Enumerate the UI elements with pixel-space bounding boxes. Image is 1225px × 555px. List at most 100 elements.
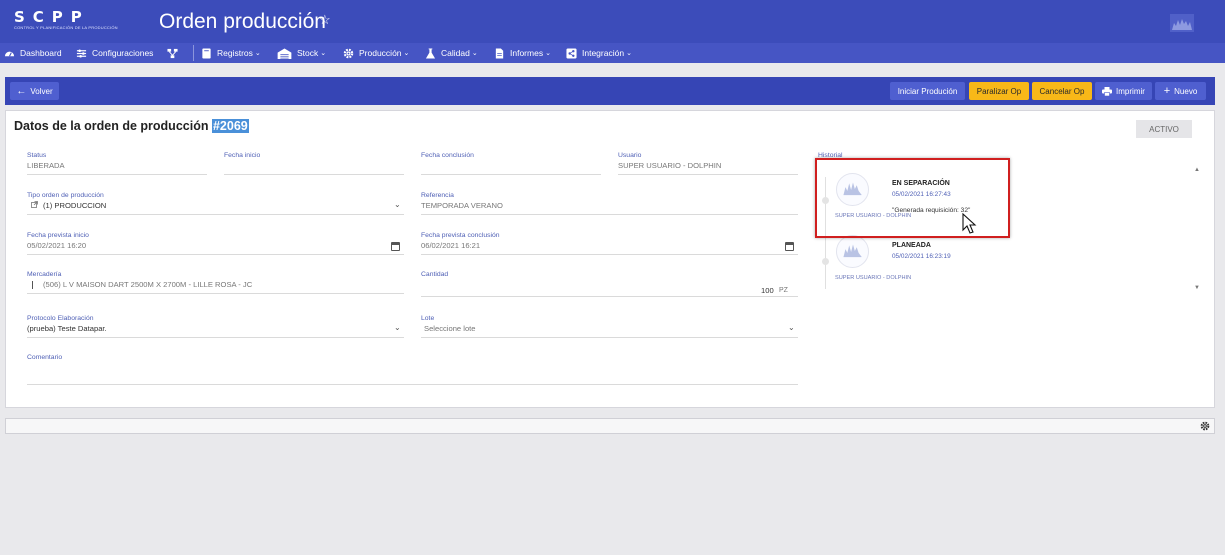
fecha-prevista-conclusion-field[interactable]: Fecha prevista conclusión 06/02/2021 16:… — [421, 232, 798, 256]
tipo-orden-label: Tipo orden de producción — [27, 192, 104, 199]
document-icon — [495, 47, 504, 59]
field-underline — [224, 174, 404, 175]
sliders-icon — [76, 48, 87, 58]
history-user: SUPER USUARIO - DOLPHIN — [835, 275, 912, 281]
mercaderia-field[interactable]: Mercadería (506) L V MAISON DART 2500M X… — [27, 271, 404, 295]
chevron-down-icon: ⌄ — [471, 50, 478, 57]
external-link-icon[interactable] — [31, 201, 38, 208]
logo-text: SCPP — [14, 8, 90, 26]
chevron-down-icon[interactable]: ⌄ — [394, 323, 401, 332]
nav-calidad[interactable]: Calidad ⌄ — [425, 43, 478, 63]
calendar-icon[interactable] — [391, 242, 400, 251]
field-underline — [27, 384, 798, 385]
fecha-prevista-inicio-label: Fecha prevista inicio — [27, 232, 89, 239]
nav-label: Stock — [297, 48, 319, 58]
text-cursor-icon — [32, 281, 33, 289]
chevron-down-icon: ⌄ — [254, 50, 261, 57]
pause-op-button[interactable]: Paralizar Op — [969, 82, 1029, 100]
app-header: SCPP CONTROL Y PLANIFICACIÓN DE LA PRODU… — [0, 0, 1225, 43]
user-avatar-icon — [836, 235, 869, 268]
chevron-down-icon[interactable]: ⌄ — [788, 323, 795, 332]
usuario-label: Usuario — [618, 152, 642, 159]
field-underline — [421, 214, 798, 215]
main-nav: Dashboard Configuraciones Registros ⌄ Sto… — [0, 43, 1225, 63]
field-underline — [27, 174, 207, 175]
calendar-icon[interactable] — [785, 242, 794, 251]
fecha-conclusion-field[interactable]: Fecha conclusión — [421, 152, 601, 176]
chevron-down-icon: ⌄ — [626, 50, 632, 57]
status-label: Status — [27, 152, 47, 159]
comentario-field[interactable]: Comentario — [27, 354, 798, 386]
field-underline — [421, 174, 601, 175]
app-logo[interactable]: SCPP CONTROL Y PLANIFICACIÓN DE LA PRODU… — [14, 8, 118, 31]
plus-icon: + — [1163, 85, 1171, 97]
share-icon — [566, 47, 577, 59]
page-title: Orden producción — [159, 10, 326, 33]
arrow-left-icon: ← — [16, 85, 27, 97]
new-button[interactable]: + Nuevo — [1155, 82, 1206, 100]
nav-label: Informes — [510, 48, 544, 58]
mouse-cursor-icon — [962, 213, 977, 234]
nav-produccion[interactable]: Producción ⌄ — [343, 43, 409, 63]
status-field[interactable]: Status LIBERADA — [27, 152, 207, 176]
field-underline — [27, 293, 404, 294]
scroll-up-icon[interactable]: ▲ — [1194, 167, 1200, 173]
pause-op-label: Paralizar Op — [976, 86, 1022, 96]
nav-integracion[interactable]: Integración ⌄ — [566, 43, 632, 63]
order-number: #2069 — [211, 119, 249, 133]
star-outline-icon[interactable]: ☆ — [319, 12, 331, 28]
tipo-orden-select[interactable]: Tipo orden de producción (1) PRODUCCION … — [27, 192, 404, 216]
field-underline — [421, 296, 798, 297]
nav-configuraciones[interactable]: Configuraciones — [76, 43, 153, 63]
field-underline — [27, 254, 404, 255]
referencia-label: Referencia — [421, 192, 454, 199]
back-button-label: Volver — [30, 86, 53, 96]
start-production-button[interactable]: Iniciar Produción — [890, 82, 965, 100]
history-scrollbar[interactable]: ▲ ▼ — [1194, 167, 1204, 295]
fecha-inicio-field[interactable]: Fecha inicio — [224, 152, 404, 176]
workflow-icon — [167, 48, 178, 58]
scroll-down-icon[interactable]: ▼ — [1194, 285, 1200, 291]
nav-label: Integración — [582, 48, 625, 58]
fecha-prevista-inicio-value: 05/02/2021 16:20 — [27, 241, 87, 250]
nav-label: Configuraciones — [92, 48, 154, 58]
nav-label: Dashboard — [20, 48, 62, 58]
nav-workflow[interactable] — [167, 43, 183, 63]
order-title: Datos de la orden de producción #2069 — [14, 119, 249, 133]
lote-label: Lote — [421, 315, 435, 322]
comentario-label: Comentario — [27, 354, 63, 361]
usuario-value: SUPER USUARIO - DOLPHIN — [618, 161, 722, 170]
field-underline — [421, 254, 798, 255]
chevron-down-icon[interactable]: ⌄ — [394, 200, 401, 209]
settings-gear-icon[interactable] — [1200, 421, 1210, 431]
print-button[interactable]: Imprimir — [1095, 82, 1152, 100]
lote-placeholder: Seleccione lote — [424, 324, 476, 333]
highlight-annotation — [815, 158, 1010, 238]
order-title-text: Datos de la orden de producción — [14, 119, 209, 133]
cantidad-unit: PZ — [779, 287, 788, 294]
lote-select[interactable]: Lote Seleccione lote ⌄ — [421, 315, 798, 339]
fecha-prevista-conclusion-value: 06/02/2021 16:21 — [421, 241, 481, 250]
nav-dashboard[interactable]: Dashboard — [4, 43, 62, 63]
flask-icon — [425, 47, 436, 59]
user-avatar-icon[interactable] — [1170, 14, 1194, 32]
usuario-field[interactable]: Usuario SUPER USUARIO - DOLPHIN — [618, 152, 798, 176]
back-button[interactable]: ← Volver — [10, 82, 59, 100]
fecha-prevista-inicio-field[interactable]: Fecha prevista inicio 05/02/2021 16:20 — [27, 232, 404, 256]
mercaderia-value: (506) L V MAISON DART 2500M X 2700M - LI… — [43, 280, 253, 289]
protocolo-select[interactable]: Protocolo Elaboración (prueba) Teste Dat… — [27, 315, 404, 339]
fecha-conclusion-label: Fecha conclusión — [421, 152, 474, 159]
nav-label: Registros — [217, 48, 253, 58]
referencia-field[interactable]: Referencia TEMPORADA VERANO — [421, 192, 798, 216]
tipo-orden-value: (1) PRODUCCION — [43, 201, 107, 210]
nav-informes[interactable]: Informes ⌄ — [494, 43, 551, 63]
timeline-dot — [822, 258, 829, 265]
cancel-op-button[interactable]: Cancelar Op — [1032, 82, 1092, 100]
status-badge: ACTIVO — [1136, 120, 1192, 138]
history-title: PLANEADA — [892, 242, 931, 249]
cantidad-field[interactable]: Cantidad 100 PZ — [421, 271, 798, 297]
nav-label: Producción — [359, 48, 402, 58]
nav-registros[interactable]: Registros ⌄ — [201, 43, 261, 63]
referencia-value: TEMPORADA VERANO — [421, 201, 503, 210]
nav-stock[interactable]: Stock ⌄ — [277, 43, 326, 63]
